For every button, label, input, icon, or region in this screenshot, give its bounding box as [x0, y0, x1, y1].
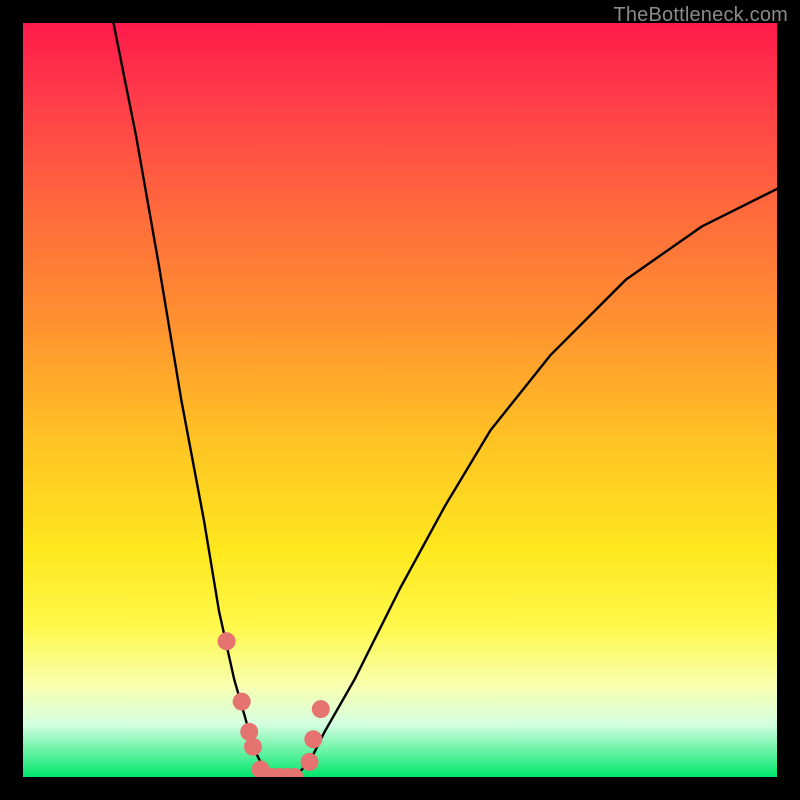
marker-point	[240, 723, 258, 741]
marker-point	[218, 632, 236, 650]
marker-point	[301, 753, 319, 771]
chart-svg	[23, 23, 777, 777]
chart-area	[23, 23, 777, 777]
highlighted-points	[218, 632, 330, 777]
marker-point	[304, 730, 322, 748]
marker-point	[233, 693, 251, 711]
watermark-text: TheBottleneck.com	[613, 4, 788, 27]
marker-point	[244, 738, 262, 756]
bottleneck-curve	[114, 23, 778, 777]
marker-point	[312, 700, 330, 718]
